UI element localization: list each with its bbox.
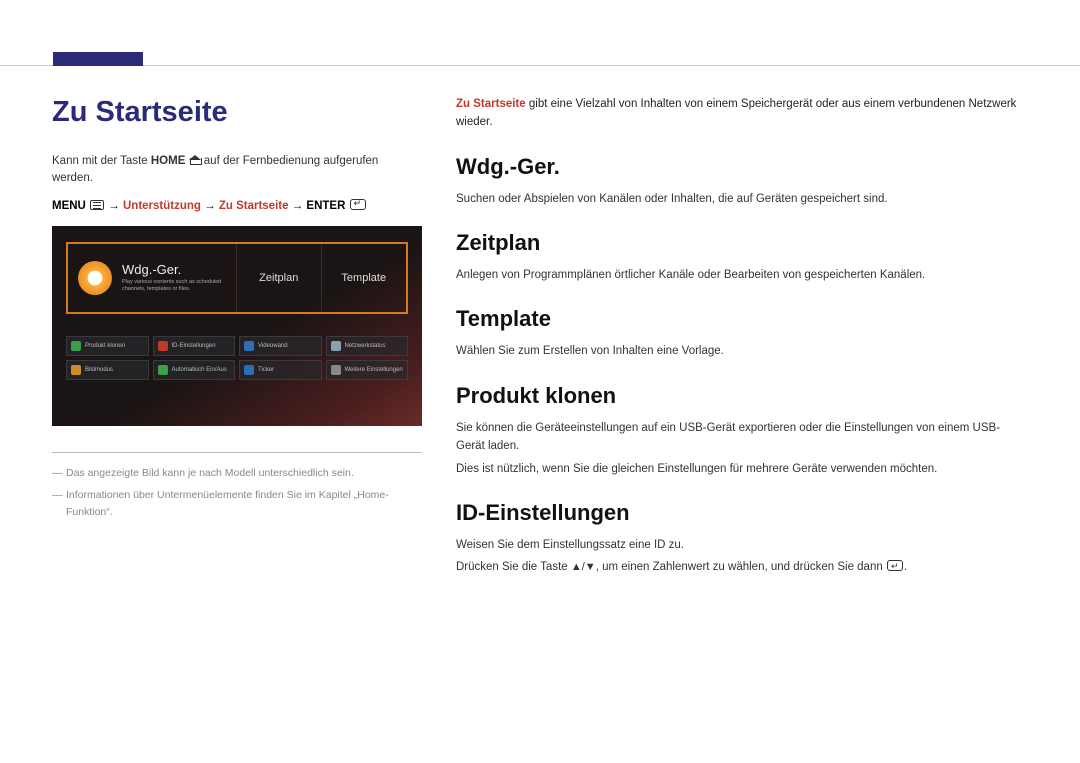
home-icon [189,155,201,165]
text-id-2: Drücken Sie die Taste ▲/▼, um einen Zahl… [456,558,1028,577]
topbar [0,0,1080,66]
heading-id: ID-Einstellungen [456,500,1028,526]
chip-icon [331,341,341,351]
heading-template: Template [456,306,1028,332]
footnote-2: Informationen über Untermenüelemente fin… [52,487,422,521]
accent-bar [53,52,143,66]
chip-label: Weitere Einstellungen [345,367,403,373]
chip-icon [158,341,168,351]
ss-chip: Bildmodus [66,360,149,380]
page-title: Zu Startseite [52,96,422,129]
chip-label: Netzwerkstatus [345,343,386,349]
section-wdg: Wdg.-Ger. Suchen oder Abspielen von Kanä… [456,154,1028,208]
chip-label: Produkt klonen [85,343,125,349]
heading-wdg: Wdg.-Ger. [456,154,1028,180]
heading-zeitplan: Zeitplan [456,230,1028,256]
play-icon [78,261,112,295]
chip-icon [158,365,168,375]
ss-chip: Weitere Einstellungen [326,360,409,380]
section-id: ID-Einstellungen Weisen Sie dem Einstell… [456,500,1028,577]
right-column: Zu Startseite gibt eine Vielzahl von Inh… [456,96,1028,599]
text-template: Wählen Sie zum Erstellen von Inhalten ei… [456,342,1028,360]
ss-chip: Ticker [239,360,322,380]
enter-icon [887,560,903,571]
section-template: Template Wählen Sie zum Erstellen von In… [456,306,1028,360]
ss-chip: ID-Einstellungen [153,336,236,356]
footnotes: Das angezeigte Bild kann je nach Modell … [52,452,422,521]
enter-icon [350,199,366,210]
footnote-1: Das angezeigte Bild kann je nach Modell … [52,465,422,482]
menu-path: MENU → Unterstützung → Zu Startseite → E… [52,198,422,212]
chip-label: ID-Einstellungen [172,343,216,349]
intro-paragraph: Zu Startseite gibt eine Vielzahl von Inh… [456,96,1028,132]
chip-icon [71,341,81,351]
chip-icon [331,365,341,375]
chip-icon [244,365,254,375]
chip-label: Automatisch Ein/Aus [172,367,227,373]
menu-icon [90,200,104,210]
chip-label: Ticker [258,367,274,373]
ss-chip: Produkt klonen [66,336,149,356]
ss-tile-template: Template [322,244,407,312]
section-klonen: Produkt klonen Sie können die Geräteeins… [456,383,1028,478]
ss-chip: Netzwerkstatus [326,336,409,356]
text-klonen-2: Dies ist nützlich, wenn Sie die gleichen… [456,460,1028,478]
section-zeitplan: Zeitplan Anlegen von Programmplänen örtl… [456,230,1028,284]
updown-icon: ▲/▼ [571,559,596,577]
heading-klonen: Produkt klonen [456,383,1028,409]
ss-chip: Videowand [239,336,322,356]
text-wdg: Suchen oder Abspielen von Kanälen oder I… [456,190,1028,208]
tv-screenshot: Wdg.-Ger. Play various contents such as … [52,226,422,426]
chip-icon [71,365,81,375]
ss-tile-zeitplan: Zeitplan [237,244,322,312]
text-klonen-1: Sie können die Geräteeinstellungen auf e… [456,419,1028,456]
chip-label: Videowand [258,343,288,349]
intro-line: Kann mit der Taste HOME auf der Fernbedi… [52,153,422,188]
chip-label: Bildmodus [85,367,113,373]
ss-tile-player: Wdg.-Ger. Play various contents such as … [68,244,237,312]
ss-chip: Automatisch Ein/Aus [153,360,236,380]
left-column: Zu Startseite Kann mit der Taste HOME au… [52,96,422,599]
text-zeitplan: Anlegen von Programmplänen örtlicher Kan… [456,266,1028,284]
chip-icon [244,341,254,351]
text-id-1: Weisen Sie dem Einstellungssatz eine ID … [456,536,1028,554]
